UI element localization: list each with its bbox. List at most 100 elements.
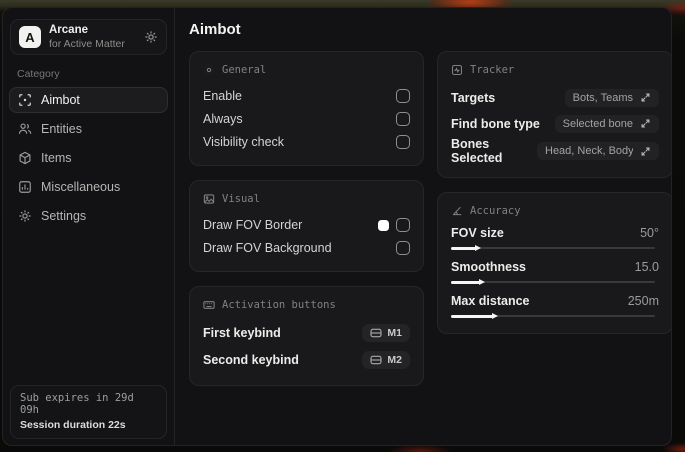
right-column: Tracker Targets Bots, Teams Find bone ty… — [437, 51, 671, 386]
page-title: Aimbot — [189, 21, 241, 38]
section-title: General — [222, 64, 267, 76]
category-label: Category — [17, 68, 60, 80]
sidebar-item-miscellaneous[interactable]: Miscellaneous — [9, 174, 168, 200]
expand-icon — [640, 118, 651, 129]
sidebar-item-label: Aimbot — [41, 93, 80, 107]
sidebar: A Arcane for Active Matter Category Aimb… — [3, 8, 175, 445]
section-title: Tracker — [470, 64, 515, 76]
first-keybind-button[interactable]: M1 — [362, 324, 410, 342]
brand-title: Arcane — [49, 24, 88, 37]
visual-card: Visual Draw FOV Border Draw FOV Backgrou… — [189, 180, 424, 272]
setting-row-targets: Targets Bots, Teams — [451, 85, 659, 110]
image-icon — [203, 193, 215, 205]
main-content: Aimbot General Enable Always Visibility … — [175, 8, 671, 445]
setting-label: Second keybind — [203, 353, 299, 367]
game-background: A Arcane for Active Matter Category Aimb… — [0, 0, 685, 452]
draw-fov-background-checkbox[interactable] — [396, 241, 410, 255]
setting-label: Smoothness — [451, 260, 527, 274]
dropdown-value: Head, Neck, Body, Pe.. — [545, 145, 633, 157]
sidebar-nav: Aimbot Entities Items Miscellaneous Sett… — [3, 87, 174, 232]
slider-fill[interactable] — [451, 312, 498, 319]
activation-card: Activation buttons First keybind M1 Seco… — [189, 286, 424, 386]
accuracy-card: Accuracy FOV size 50° Smoothness 15.0 Ma… — [437, 192, 671, 334]
setting-label: Max distance — [451, 294, 530, 308]
brand-text: Arcane for Active Matter — [49, 24, 136, 49]
subscription-info: Sub expires in 29d 09h Session duration … — [10, 385, 167, 439]
smoothness-slider[interactable] — [451, 277, 659, 287]
sidebar-item-entities[interactable]: Entities — [9, 116, 168, 142]
setting-row-max-distance: Max distance 250m — [451, 294, 659, 321]
find-bone-type-dropdown[interactable]: Selected bone — [554, 114, 659, 133]
setting-row-first-keybind: First keybind M1 — [203, 320, 410, 346]
setting-label: Draw FOV Border — [203, 218, 303, 232]
cube-icon — [18, 151, 32, 165]
setting-label: First keybind — [203, 326, 281, 340]
app-logo: A — [19, 26, 41, 48]
setting-label: Find bone type — [451, 116, 540, 131]
mouse-icon — [370, 328, 382, 338]
sidebar-item-items[interactable]: Items — [9, 145, 168, 171]
sidebar-item-label: Entities — [41, 122, 82, 136]
crosshair-icon — [18, 93, 32, 107]
gear-icon — [18, 209, 32, 223]
angle-icon — [451, 205, 463, 217]
expand-icon — [640, 92, 651, 103]
general-card: General Enable Always Visibility check — [189, 51, 424, 166]
setting-row-enable: Enable — [203, 85, 410, 107]
setting-label: Draw FOV Background — [203, 241, 332, 255]
setting-row-draw-fov-background: Draw FOV Background — [203, 237, 410, 259]
sidebar-item-label: Miscellaneous — [41, 180, 121, 194]
setting-row-bones-selected: Bones Selected Head, Neck, Body, Pe.. — [451, 137, 659, 165]
always-checkbox[interactable] — [396, 112, 410, 126]
slider-value: 50° — [640, 226, 659, 240]
max-distance-slider[interactable] — [451, 311, 659, 321]
slider-fill[interactable] — [451, 244, 481, 251]
setting-label: Visibility check — [203, 135, 285, 149]
dropdown-value: Selected bone — [562, 117, 633, 130]
setting-label: Bones Selected — [451, 137, 503, 165]
sidebar-item-aimbot[interactable]: Aimbot — [9, 87, 168, 113]
keybind-value: M1 — [387, 327, 402, 339]
bones-selected-dropdown[interactable]: Head, Neck, Body, Pe.. — [537, 142, 659, 160]
expand-icon — [640, 146, 651, 157]
setting-label: FOV size — [451, 226, 504, 240]
second-keybind-button[interactable]: M2 — [362, 351, 410, 369]
setting-row-draw-fov-border: Draw FOV Border — [203, 214, 410, 236]
sub-expires-text: Sub expires in 29d 09h — [20, 392, 134, 416]
setting-row-smoothness: Smoothness 15.0 — [451, 260, 659, 287]
brand-subtitle: for Active Matter — [49, 37, 125, 50]
setting-label: Enable — [203, 89, 242, 103]
fov-size-slider[interactable] — [451, 243, 659, 253]
slider-value: 250m — [627, 294, 659, 308]
section-title: Visual — [222, 193, 260, 205]
section-title: Activation buttons — [222, 299, 336, 311]
keyboard-icon — [203, 299, 215, 311]
keybind-value: M2 — [387, 354, 402, 366]
setting-label: Targets — [451, 90, 496, 105]
setting-row-visibility-check: Visibility check — [203, 131, 410, 153]
setting-row-fov-size: FOV size 50° — [451, 226, 659, 253]
targets-dropdown[interactable]: Bots, Teams — [564, 88, 659, 107]
enable-checkbox[interactable] — [396, 89, 410, 103]
session-duration-text: Session duration 22s — [20, 419, 126, 431]
sidebar-item-settings[interactable]: Settings — [9, 203, 168, 229]
brand-header: A Arcane for Active Matter — [10, 19, 167, 55]
cheat-menu-window: A Arcane for Active Matter Category Aimb… — [2, 7, 672, 446]
chart-icon — [18, 180, 32, 194]
users-icon — [18, 122, 32, 136]
gear-icon[interactable] — [144, 30, 158, 44]
setting-row-second-keybind: Second keybind M2 — [203, 347, 410, 373]
setting-label: Always — [203, 112, 243, 126]
slider-value: 15.0 — [634, 260, 659, 274]
visibility-check-checkbox[interactable] — [396, 135, 410, 149]
dropdown-value: Bots, Teams — [572, 91, 633, 104]
slider-fill[interactable] — [451, 278, 486, 285]
sidebar-item-label: Settings — [41, 209, 87, 223]
sidebar-item-label: Items — [41, 151, 72, 165]
tracker-card: Tracker Targets Bots, Teams Find bone ty… — [437, 51, 671, 178]
draw-fov-border-checkbox[interactable] — [396, 218, 410, 232]
slider-track — [451, 247, 655, 249]
setting-row-find-bone-type: Find bone type Selected bone — [451, 111, 659, 136]
color-swatch[interactable] — [378, 219, 389, 231]
